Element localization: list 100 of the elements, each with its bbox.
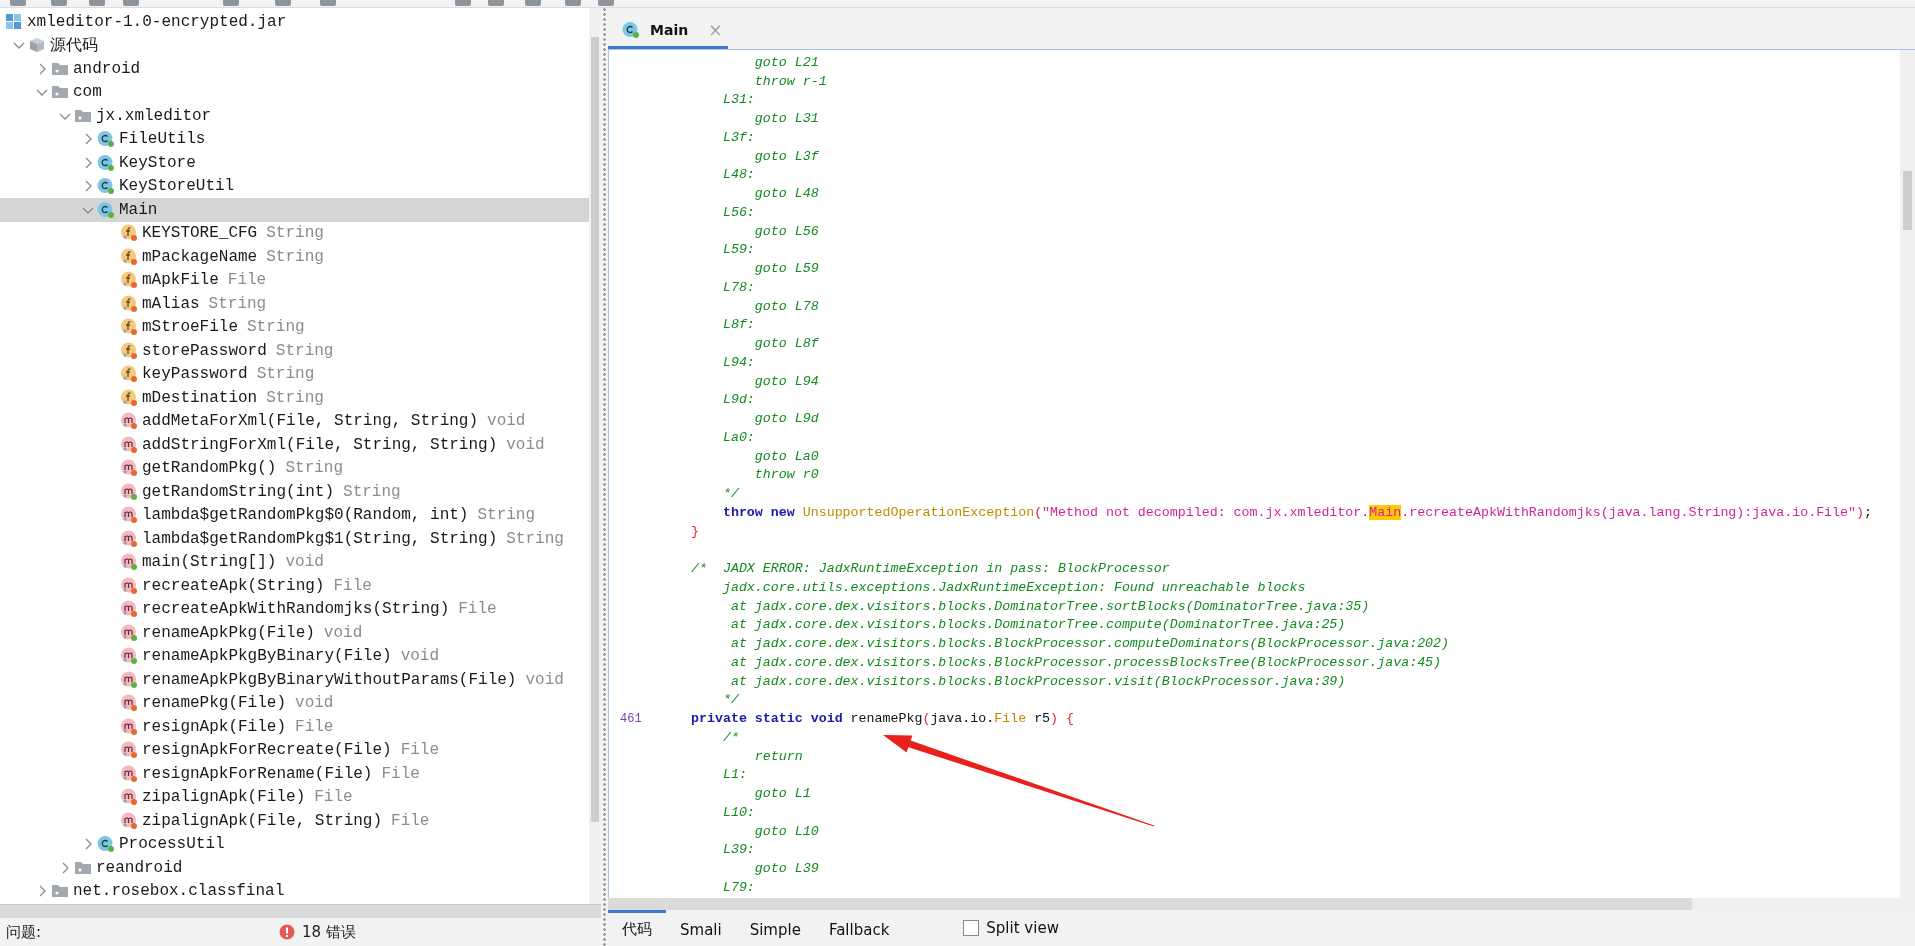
- tree-item[interactable]: KEYSTORE_CFG String: [0, 221, 589, 245]
- code-line: goto L59: [753, 261, 819, 277]
- code-line: throw new UnsupportedOperationException("Method not decompiled: com.jx.xmleditor.Main.recreateApkWithRandomjks(java.lang.String):java.io.File");: [721, 504, 1872, 520]
- method-icon: [120, 435, 138, 454]
- tree-item[interactable]: recreateApkWithRandomjks(String) File: [0, 597, 589, 621]
- method-icon: [120, 506, 138, 525]
- code-line: goto L78: [753, 298, 819, 314]
- view-tab[interactable]: Smali: [666, 910, 736, 946]
- method-icon: [120, 459, 138, 478]
- code-line: L94:: [721, 354, 755, 370]
- tree-item[interactable]: mDestination String: [0, 386, 589, 410]
- code-line: goto La0: [753, 448, 819, 464]
- code-line: jadx.core.utils.exceptions.JadxRuntimeException: Found unreachable blocks: [721, 579, 1306, 595]
- tree-item[interactable]: xmleditor-1.0-encrypted.jar: [0, 10, 589, 34]
- toolbar-button[interactable]: [223, 0, 240, 6]
- tree-item[interactable]: lambda$getRandomPkg$1(String, String) String: [0, 527, 589, 551]
- toolbar-button[interactable]: [274, 0, 291, 6]
- tree-item[interactable]: renameApkPkg(File) void: [0, 621, 589, 645]
- code-line: L8f:: [721, 317, 755, 333]
- tree-item[interactable]: Main: [0, 198, 589, 222]
- tree-item[interactable]: net.rosebox.classfinal: [0, 879, 589, 903]
- error-icon: [279, 924, 296, 940]
- code-line: at jadx.core.dex.visitors.blocks.BlockProcessor.processBlocksTree(BlockProcessor.java:45): [729, 654, 1442, 670]
- field-icon: [120, 294, 138, 313]
- tree-item[interactable]: getRandomPkg() String: [0, 456, 589, 480]
- toolbar-button[interactable]: [455, 0, 472, 6]
- view-tab[interactable]: Simple: [735, 910, 815, 946]
- class-icon: [97, 200, 115, 219]
- tree-item[interactable]: ProcessUtil: [0, 832, 589, 856]
- code-line: goto L3f: [753, 148, 819, 164]
- code-line: /*: [721, 729, 739, 745]
- toolbar-button[interactable]: [9, 0, 26, 6]
- error-count[interactable]: 18 错误: [302, 922, 356, 942]
- tree-item[interactable]: zipalignApk(File) File: [0, 785, 589, 809]
- toolbar-button[interactable]: [51, 0, 68, 6]
- code-line: at jadx.core.dex.visitors.blocks.BlockProcessor.visit(BlockProcessor.java:39): [729, 673, 1346, 689]
- tree-item[interactable]: KeyStore: [0, 151, 589, 175]
- code-line: goto L21: [753, 54, 819, 70]
- code-line: */: [721, 486, 739, 502]
- method-icon: [120, 788, 138, 807]
- splitter-handle[interactable]: [601, 8, 608, 946]
- tree-item[interactable]: KeyStoreUtil: [0, 174, 589, 198]
- tree-item[interactable]: FileUtils: [0, 127, 589, 151]
- toolbar-button[interactable]: [524, 0, 541, 6]
- code-line: at jadx.core.dex.visitors.blocks.DominatorTree.compute(DominatorTree.java:25): [729, 617, 1346, 633]
- code-line: goto L1: [753, 786, 811, 802]
- method-icon: [120, 482, 138, 501]
- view-tab[interactable]: Fallback: [814, 910, 904, 946]
- scrollbar[interactable]: [0, 904, 601, 918]
- code-line: L39:: [721, 842, 755, 858]
- tree-item[interactable]: resignApkForRename(File) File: [0, 762, 589, 786]
- tree-item[interactable]: zipalignApk(File, String) File: [0, 809, 589, 833]
- code-line: goto L8f: [753, 336, 819, 352]
- method-icon: [120, 764, 138, 783]
- toolbar-button[interactable]: [123, 0, 140, 6]
- method-icon: [120, 811, 138, 830]
- tree-item[interactable]: storePassword String: [0, 339, 589, 363]
- scrollbar[interactable]: [589, 8, 601, 904]
- tree-item[interactable]: renameApkPkgByBinaryWithoutParams(File) void: [0, 668, 589, 692]
- code-line: */: [721, 692, 739, 708]
- view-tab[interactable]: 代码: [608, 910, 666, 946]
- tree-item[interactable]: mStroeFile String: [0, 315, 589, 339]
- tree-item[interactable]: 源代码: [0, 33, 589, 57]
- toolbar-button[interactable]: [319, 0, 336, 6]
- class-icon: [97, 153, 115, 172]
- tree-item[interactable]: addMetaForXml(File, String, String) void: [0, 409, 589, 433]
- toolbar-button[interactable]: [89, 0, 106, 6]
- tree-item[interactable]: main(String[]) void: [0, 550, 589, 574]
- tree-item[interactable]: jx.xmleditor: [0, 104, 589, 128]
- tree-item[interactable]: com: [0, 80, 589, 104]
- toolbar-button[interactable]: [597, 0, 614, 6]
- code-line: L79:: [721, 879, 755, 895]
- field-icon: [120, 318, 138, 337]
- code-line: goto L9d: [753, 411, 819, 427]
- tree-item[interactable]: lambda$getRandomPkg$0(Random, int) String: [0, 503, 589, 527]
- tree-item[interactable]: android: [0, 57, 589, 81]
- tree-item[interactable]: getRandomString(int) String: [0, 480, 589, 504]
- tree-item[interactable]: mApkFile File: [0, 268, 589, 292]
- code-line: goto L48: [753, 186, 819, 202]
- toolbar-button[interactable]: [564, 0, 581, 6]
- tree-item[interactable]: reandroid: [0, 856, 589, 880]
- tree-item[interactable]: recreateApk(String) File: [0, 574, 589, 598]
- field-icon: [120, 341, 138, 360]
- class-icon: [97, 130, 115, 149]
- code-line: at jadx.core.dex.visitors.blocks.DominatorTree.sortBlocks(DominatorTree.java:35): [729, 598, 1370, 614]
- code-line: L1:: [721, 767, 747, 783]
- tree-item[interactable]: mAlias String: [0, 292, 589, 316]
- tree-item[interactable]: addStringForXml(File, String, String) void: [0, 433, 589, 457]
- tree-item[interactable]: keyPassword String: [0, 362, 589, 386]
- tree-item[interactable]: resignApkForRecreate(File) File: [0, 738, 589, 762]
- scrollbar[interactable]: [1900, 50, 1915, 898]
- tree-item[interactable]: renamePkg(File) void: [0, 691, 589, 715]
- method-icon: [120, 717, 138, 736]
- code-line: L56:: [721, 204, 755, 220]
- split-view-checkbox[interactable]: Split view: [963, 919, 1059, 937]
- tree-item[interactable]: renameApkPkgByBinary(File) void: [0, 644, 589, 668]
- tree-item[interactable]: resignApk(File) File: [0, 715, 589, 739]
- code-line: L3f:: [721, 129, 755, 145]
- tree-item[interactable]: mPackageName String: [0, 245, 589, 269]
- code-line: }: [691, 523, 699, 539]
